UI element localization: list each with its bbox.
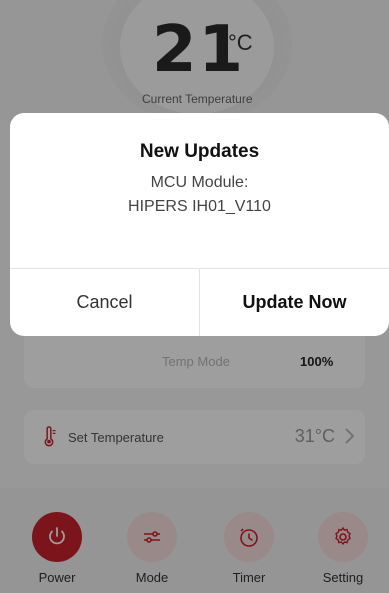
dialog-title: New Updates bbox=[139, 141, 260, 162]
dialog-module-label: MCU Module: bbox=[150, 174, 249, 191]
heater-app-screen: 21 °C Current Temperature Fast Level Tem… bbox=[0, 0, 389, 593]
cancel-button[interactable]: Cancel bbox=[10, 269, 199, 336]
update-dialog: New Updates MCU Module: HIPERS IH01_V110… bbox=[10, 113, 389, 336]
dialog-module-version: HIPERS IH01_V110 bbox=[128, 198, 271, 215]
update-now-button[interactable]: Update Now bbox=[200, 269, 389, 336]
